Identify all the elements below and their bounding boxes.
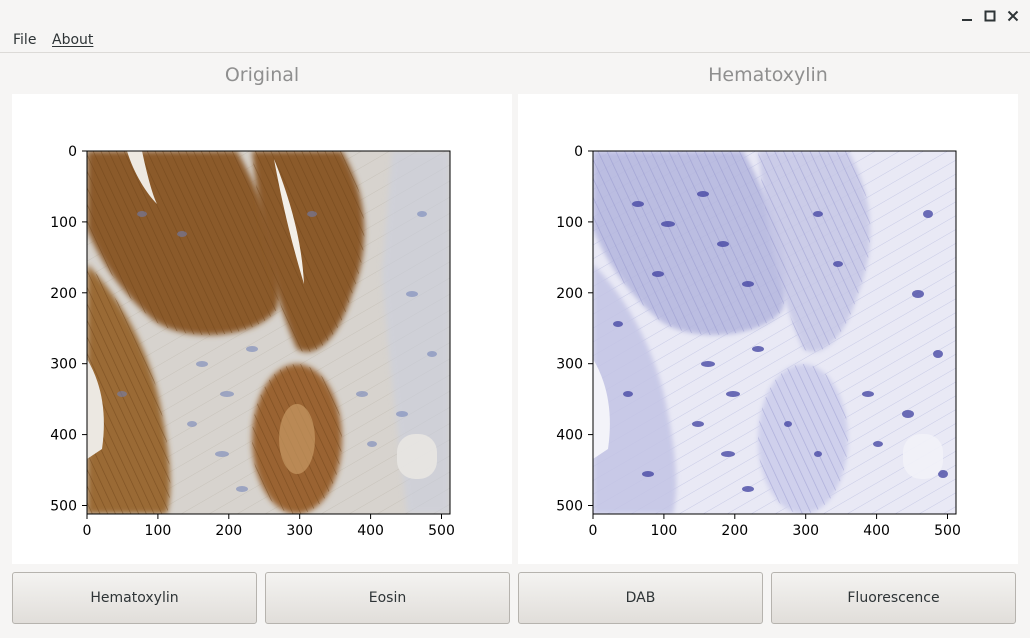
y-tick-label: 0 — [68, 144, 77, 160]
menu-file[interactable]: File — [13, 32, 36, 48]
x-tick-label: 100 — [651, 523, 678, 539]
maximize-icon[interactable] — [980, 6, 1000, 26]
x-tick-label: 400 — [863, 523, 890, 539]
y-tick-label: 500 — [50, 498, 77, 514]
x-tick-label: 400 — [357, 523, 384, 539]
hematoxylin-chart: 0 100 200 300 400 500 0 100 200 300 400 500 — [556, 144, 961, 539]
x-tick-label: 200 — [721, 523, 748, 539]
y-tick-label: 200 — [556, 286, 583, 302]
menu-about[interactable]: About — [52, 32, 93, 48]
y-tick-label: 200 — [50, 286, 77, 302]
y-tick-label: 300 — [50, 357, 77, 373]
original-chart: 0 100 200 300 400 500 0 100 200 300 400 500 — [50, 144, 455, 539]
minimize-icon[interactable] — [957, 6, 977, 26]
original-panel-title: Original — [224, 64, 300, 86]
original-plot-area: 0 100 200 300 400 500 0 100 200 300 400 500 — [12, 94, 512, 564]
menu-bar: File About — [0, 30, 1030, 53]
y-tick-label: 100 — [556, 215, 583, 231]
y-tick-label: 100 — [50, 215, 77, 231]
original-image — [87, 151, 450, 514]
x-tick-label: 300 — [792, 523, 819, 539]
x-tick-label: 300 — [286, 523, 313, 539]
y-tick-label: 400 — [50, 428, 77, 444]
window-titlebar — [0, 0, 1030, 30]
x-tick-label: 0 — [83, 523, 92, 539]
x-tick-label: 100 — [145, 523, 172, 539]
x-tick-label: 0 — [589, 523, 598, 539]
y-tick-label: 500 — [556, 498, 583, 514]
y-tick-label: 400 — [556, 428, 583, 444]
hematoxylin-plot-area: 0 100 200 300 400 500 0 100 200 300 400 500 — [518, 94, 1018, 564]
eosin-button[interactable]: Eosin — [265, 572, 510, 624]
x-tick-label: 500 — [934, 523, 961, 539]
x-tick-label: 500 — [428, 523, 455, 539]
hematoxylin-panel-title: Hematoxylin — [708, 64, 828, 86]
hematoxylin-button[interactable]: Hematoxylin — [12, 572, 257, 624]
fluorescence-button[interactable]: Fluorescence — [771, 572, 1016, 624]
dab-button[interactable]: DAB — [518, 572, 763, 624]
hematoxylin-image — [593, 151, 956, 514]
close-icon[interactable] — [1003, 6, 1023, 26]
y-tick-label: 0 — [574, 144, 583, 160]
y-tick-label: 300 — [556, 357, 583, 373]
x-tick-label: 200 — [215, 523, 242, 539]
